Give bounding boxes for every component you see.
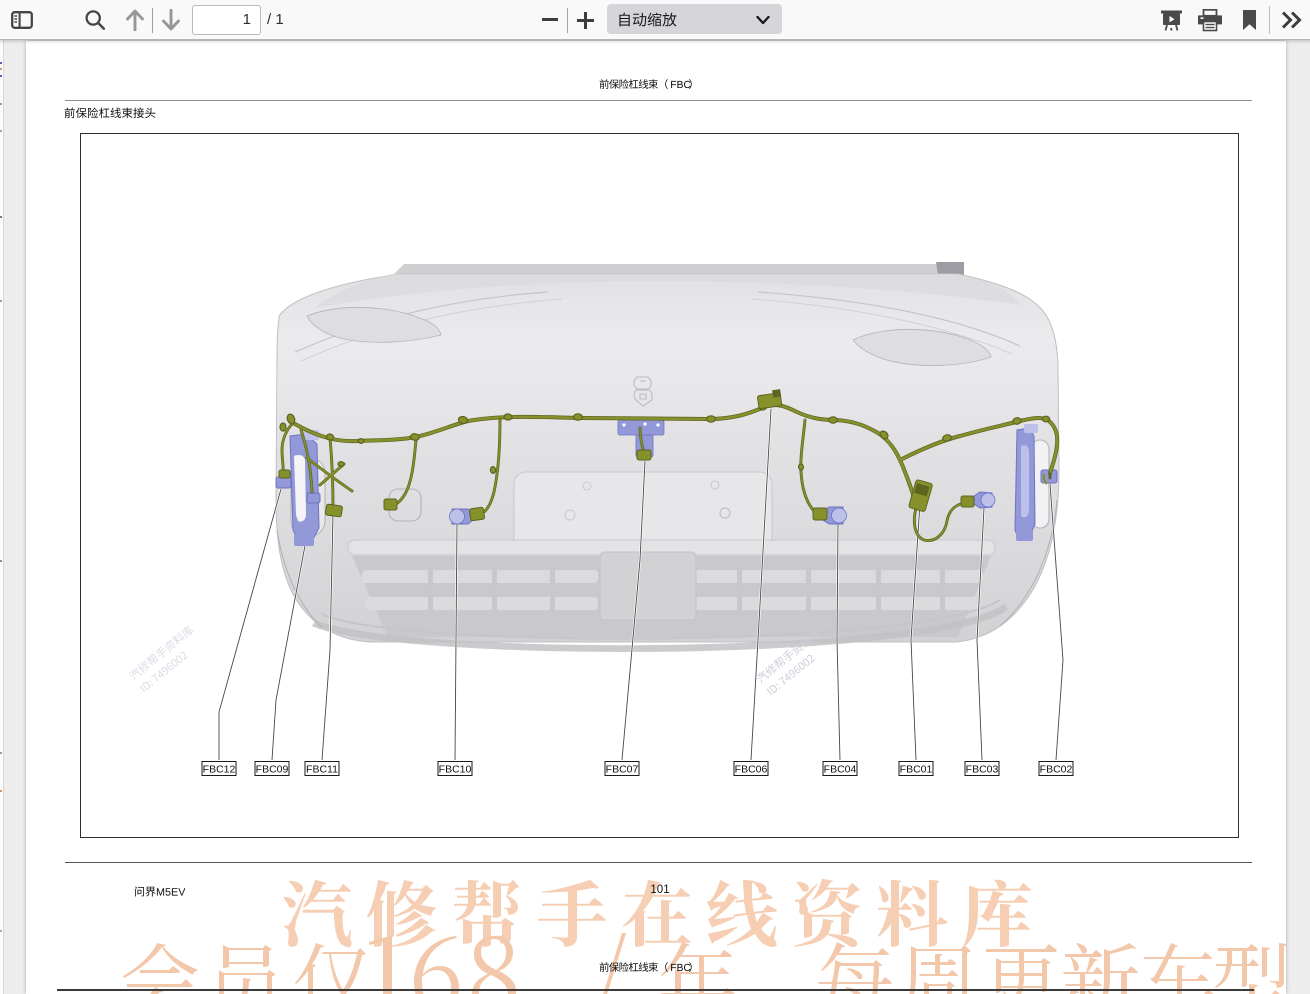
- svg-text:FBC07: FBC07: [606, 764, 639, 776]
- svg-text:FBC11: FBC11: [306, 764, 338, 776]
- svg-text:FBC04: FBC04: [824, 764, 857, 776]
- svg-text:FBC06: FBC06: [735, 764, 768, 776]
- svg-text:FBC03: FBC03: [966, 764, 999, 776]
- svg-text:FBC10: FBC10: [439, 764, 472, 776]
- svg-text:FBC12: FBC12: [203, 764, 236, 776]
- svg-text:FBC09: FBC09: [256, 764, 289, 776]
- svg-text:FBC01: FBC01: [900, 764, 933, 776]
- svg-text:FBC02: FBC02: [1040, 764, 1073, 776]
